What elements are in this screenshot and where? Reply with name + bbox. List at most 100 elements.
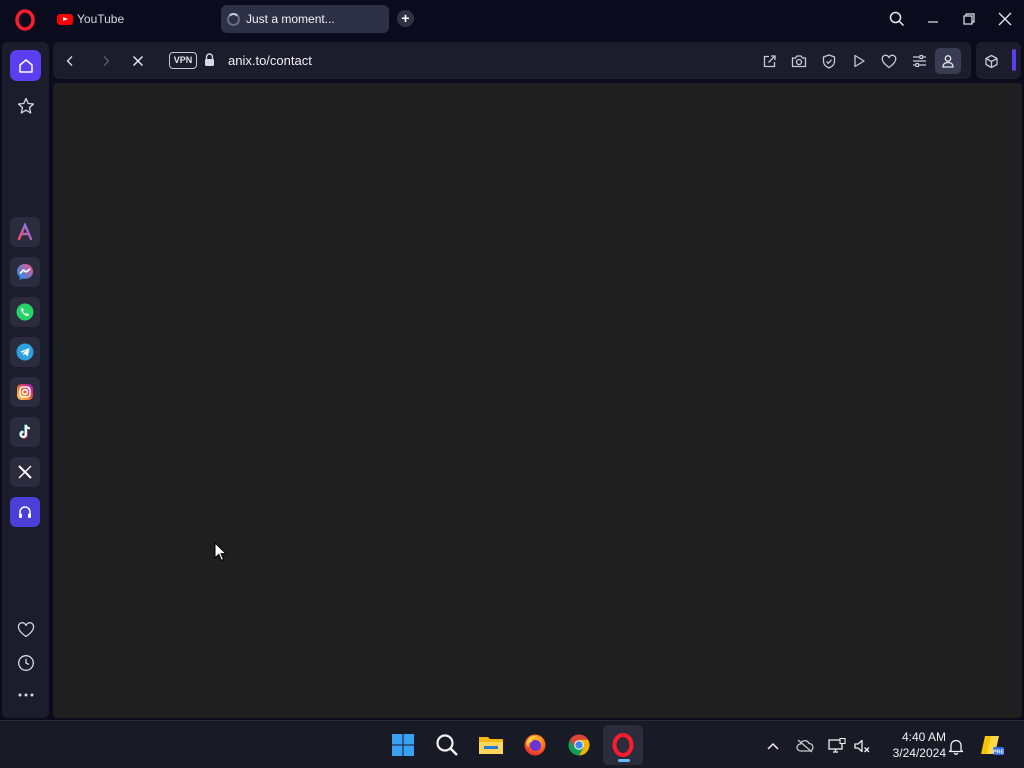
minimize-button[interactable] bbox=[921, 8, 945, 30]
shield-check-icon bbox=[822, 53, 836, 69]
close-icon bbox=[998, 12, 1012, 26]
telegram-icon bbox=[16, 343, 34, 361]
taskbar-firefox[interactable] bbox=[520, 730, 550, 760]
show-hidden-icons-button[interactable] bbox=[763, 736, 783, 756]
taskbar-chrome[interactable] bbox=[564, 730, 594, 760]
taskbar-file-explorer[interactable] bbox=[476, 730, 506, 760]
sidebar-item-history[interactable] bbox=[10, 647, 41, 678]
tab-title: YouTube bbox=[77, 12, 125, 26]
instagram-icon bbox=[17, 384, 33, 400]
vpn-badge[interactable]: VPN bbox=[169, 52, 197, 69]
url-field[interactable]: anix.to/contact bbox=[228, 53, 312, 68]
back-button[interactable] bbox=[59, 50, 81, 72]
bell-icon bbox=[948, 739, 964, 755]
firefox-icon bbox=[524, 734, 546, 756]
sidebar-item-telegram[interactable] bbox=[10, 337, 40, 367]
cloud-offline-icon bbox=[796, 739, 814, 753]
sidebar-item-speed-dial[interactable] bbox=[10, 90, 41, 121]
stop-loading-button[interactable] bbox=[127, 50, 149, 72]
onedrive-tray-icon[interactable] bbox=[795, 736, 815, 756]
sidebar-item-home[interactable] bbox=[10, 50, 41, 81]
player-button[interactable] bbox=[848, 50, 870, 72]
sidebar-item-x[interactable] bbox=[10, 457, 40, 487]
copilot-button[interactable]: PRE bbox=[978, 731, 1006, 759]
new-tab-button[interactable]: + bbox=[397, 10, 414, 27]
tab-title: Just a moment... bbox=[246, 12, 335, 26]
taskbar-search-button[interactable] bbox=[432, 730, 462, 760]
whatsapp-icon bbox=[16, 303, 34, 321]
clock-time: 4:40 AM bbox=[901, 730, 946, 744]
restore-icon bbox=[963, 13, 975, 25]
play-icon bbox=[854, 54, 865, 68]
search-tabs-button[interactable] bbox=[885, 8, 909, 30]
sidebar-item-whatsapp[interactable] bbox=[10, 297, 40, 327]
clock-date: 3/24/2024 bbox=[892, 746, 946, 760]
chrome-icon bbox=[568, 734, 590, 756]
camera-icon bbox=[791, 55, 807, 68]
opera-icon bbox=[612, 733, 634, 757]
stop-x-icon bbox=[132, 55, 144, 67]
minimize-icon bbox=[928, 21, 938, 23]
share-icon bbox=[763, 54, 776, 67]
more-icon bbox=[18, 693, 33, 696]
aria-icon bbox=[17, 223, 33, 241]
page-viewport[interactable] bbox=[53, 83, 1022, 718]
network-tray-icon[interactable] bbox=[827, 736, 847, 756]
sidebar-item-instagram[interactable] bbox=[10, 377, 40, 407]
extensions-area bbox=[976, 42, 1021, 79]
profile-button[interactable] bbox=[935, 48, 961, 74]
sidebar-item-messenger[interactable] bbox=[10, 257, 40, 287]
easy-setup-button[interactable] bbox=[908, 50, 930, 72]
notifications-button[interactable] bbox=[946, 736, 966, 756]
messenger-icon bbox=[17, 264, 33, 280]
snapshot-button[interactable] bbox=[788, 50, 810, 72]
loading-spinner-icon bbox=[227, 12, 240, 26]
youtube-icon bbox=[57, 13, 73, 25]
folder-icon bbox=[479, 737, 503, 754]
sidebar-more-button[interactable] bbox=[10, 679, 41, 710]
sidebar-item-pinboards[interactable] bbox=[10, 614, 41, 645]
sidebar-item-tiktok[interactable] bbox=[10, 417, 40, 447]
start-button[interactable] bbox=[388, 730, 418, 760]
sidebar-accent-indicator bbox=[1012, 49, 1016, 71]
home-icon bbox=[18, 58, 33, 73]
restore-button[interactable] bbox=[957, 8, 981, 30]
search-icon bbox=[889, 11, 905, 27]
active-app-indicator bbox=[618, 759, 630, 762]
profile-icon bbox=[942, 55, 954, 68]
forward-button[interactable] bbox=[95, 50, 117, 72]
network-monitor-icon bbox=[828, 738, 846, 753]
settings-sliders-icon bbox=[912, 54, 926, 68]
close-button[interactable] bbox=[993, 8, 1017, 30]
volume-tray-icon[interactable] bbox=[852, 736, 872, 756]
taskbar-opera[interactable] bbox=[603, 725, 643, 765]
share-button[interactable] bbox=[758, 50, 780, 72]
speaker-muted-icon bbox=[854, 739, 870, 753]
extensions-button[interactable] bbox=[980, 50, 1002, 72]
heart-icon bbox=[881, 54, 897, 68]
tab-youtube[interactable]: YouTube bbox=[52, 5, 212, 33]
lock-icon[interactable] bbox=[204, 53, 215, 67]
chevron-up-icon bbox=[767, 742, 779, 750]
sidebar bbox=[2, 42, 49, 718]
cube-icon bbox=[984, 54, 998, 68]
search-icon bbox=[436, 734, 458, 756]
back-arrow-icon bbox=[66, 56, 73, 66]
favorite-button[interactable] bbox=[878, 50, 900, 72]
windows-logo-icon bbox=[392, 734, 414, 756]
sidebar-item-aria[interactable] bbox=[10, 217, 40, 247]
music-player-icon bbox=[19, 506, 31, 518]
title-bar: YouTube Just a moment... + bbox=[0, 0, 1024, 40]
x-icon bbox=[18, 465, 32, 479]
history-icon bbox=[17, 654, 34, 671]
sidebar-item-music-player[interactable] bbox=[10, 497, 40, 527]
tab-just-a-moment[interactable]: Just a moment... bbox=[221, 5, 389, 33]
heart-icon bbox=[17, 621, 34, 637]
mouse-cursor-icon bbox=[214, 542, 227, 562]
taskbar: 4:40 AM 3/24/2024 PRE bbox=[0, 720, 1024, 768]
copilot-icon: PRE bbox=[981, 736, 1004, 755]
system-clock[interactable]: 4:40 AM 3/24/2024 bbox=[880, 729, 946, 761]
address-toolbar: VPN anix.to/contact bbox=[53, 42, 971, 79]
opera-logo-icon[interactable] bbox=[14, 9, 36, 31]
adblock-button[interactable] bbox=[818, 50, 840, 72]
